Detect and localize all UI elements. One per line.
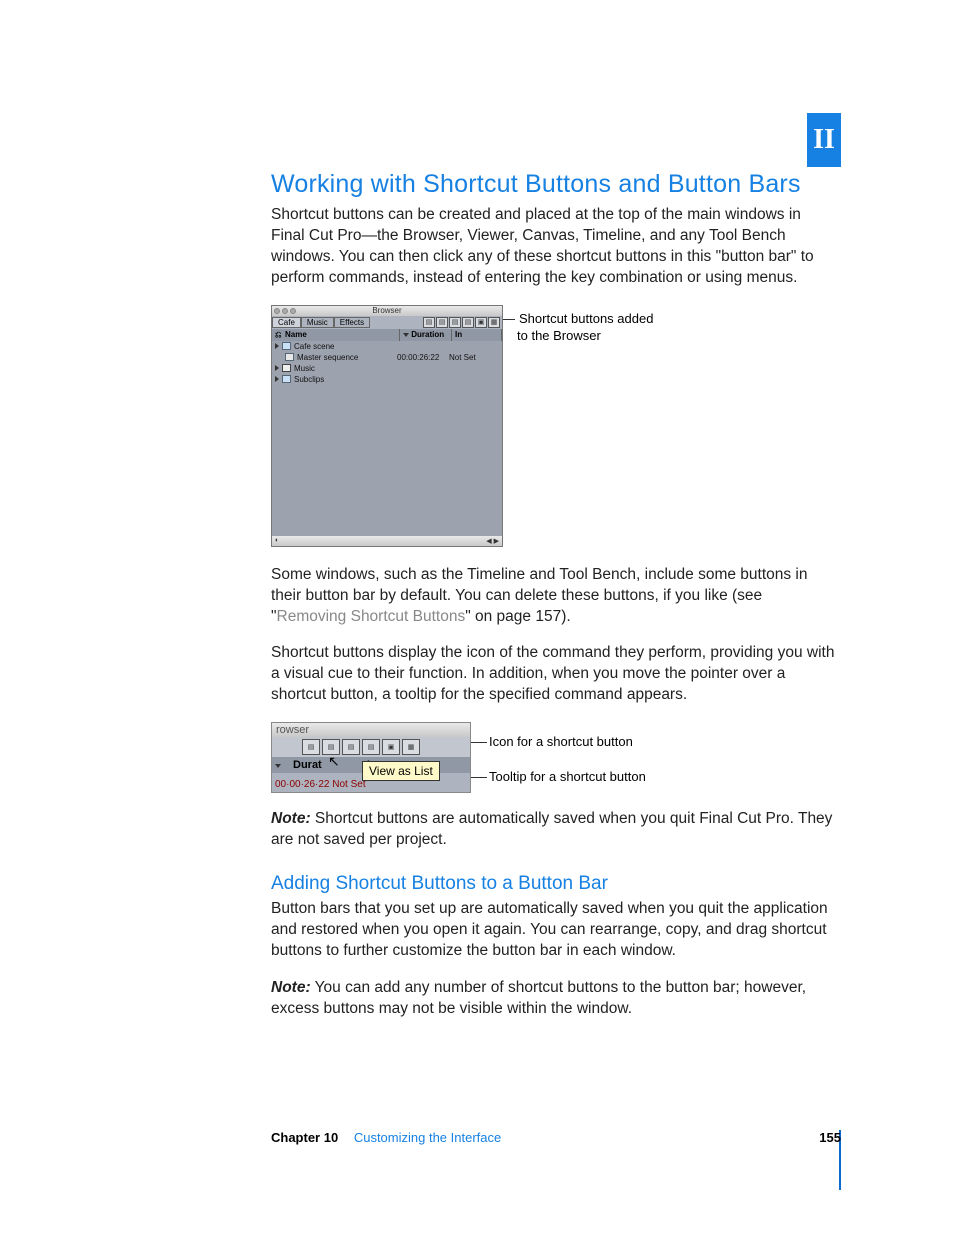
shortcut-button-icon: ▤ <box>342 739 360 755</box>
browser-row: Cafe scene <box>272 341 502 352</box>
col-duration: Duration <box>400 329 452 341</box>
cell-in: Not Set <box>449 353 499 362</box>
browser-body: Cafe scene Master sequence 00:00:26:22 N… <box>272 341 502 536</box>
footer-chapter-label: Chapter 10 <box>271 1130 338 1145</box>
figure-tooltip: rowser ▤ ▤ ▤ ▤ ▣ ▦ Durat In ↖ View as Li… <box>271 722 838 793</box>
shortcut-button-icon: ▤ <box>362 739 380 755</box>
browser-titlebar: Browser <box>272 306 502 316</box>
note-autosave: Note: Shortcut buttons are automatically… <box>271 809 838 851</box>
shortcut-button-icon: ▤ <box>436 317 448 328</box>
browser-footer: ◐ ◀ ▶ <box>272 536 502 546</box>
col-in: In <box>452 329 502 341</box>
paragraph-default-buttons: Some windows, such as the Timeline and T… <box>271 565 838 628</box>
cell-duration: 00:00:26:22 <box>397 353 449 362</box>
tooltip: View as List <box>362 761 440 781</box>
browser-title: Browser <box>272 306 502 315</box>
browser-row: Subclips <box>272 374 502 385</box>
tab-effects: Effects <box>334 317 370 328</box>
shortcut-button-icon: ▤ <box>302 739 320 755</box>
browser-row: Master sequence 00:00:26:22 Not Set <box>272 352 502 363</box>
paragraph-tooltip: Shortcut buttons display the icon of the… <box>271 643 838 706</box>
footer-page-number: 155 <box>819 1130 841 1145</box>
tab-music: Music <box>301 317 334 328</box>
folder-icon <box>282 375 291 383</box>
page-heading: Working with Shortcut Buttons and Button… <box>271 170 838 199</box>
disclosure-right-icon <box>275 343 279 349</box>
shortcut-button-icon: ▤ <box>423 317 435 328</box>
tab-cafe: Cafe <box>272 317 301 328</box>
cursor-icon: ↖ <box>328 753 340 770</box>
fig2-button-bar: ▤ ▤ ▤ ▤ ▣ ▦ <box>272 737 470 757</box>
fig2-titlebar: rowser <box>272 723 470 737</box>
shortcut-button-bar: ▤ ▤ ▤ ▤ ▣ ▦ <box>423 317 502 328</box>
sequence-icon <box>285 353 294 361</box>
callout-icon: Icon for a shortcut button <box>489 734 669 751</box>
paragraph-adding: Button bars that you set up are automati… <box>271 899 838 962</box>
note-excess: Note: You can add any number of shortcut… <box>271 978 838 1020</box>
intro-paragraph: Shortcut buttons can be created and plac… <box>271 205 838 289</box>
part-tab: II <box>807 113 841 167</box>
col-name: ⎌Name <box>272 329 400 341</box>
browser-tabbar: Cafe Music Effects ▤ ▤ ▤ ▤ ▣ ▦ <box>272 316 502 329</box>
callout-tooltip: Tooltip for a shortcut button <box>489 769 669 786</box>
subheading-adding: Adding Shortcut Buttons to a Button Bar <box>271 873 838 895</box>
disclosure-right-icon <box>275 376 279 382</box>
browser-column-headers: ⎌Name Duration In <box>272 329 502 341</box>
disclosure-down-icon <box>275 764 281 768</box>
figure-callout: Shortcut buttons added to the Browser <box>517 305 657 345</box>
shortcut-button-icon: ▣ <box>382 739 400 755</box>
shortcut-button-icon: ▦ <box>402 739 420 755</box>
shortcut-button-icon: ▤ <box>462 317 474 328</box>
browser-window: Browser Cafe Music Effects ▤ ▤ ▤ ▤ ▣ ▦ ⎌… <box>271 305 503 547</box>
folder-icon <box>282 342 291 350</box>
figure-tooltip-window: rowser ▤ ▤ ▤ ▤ ▣ ▦ Durat In ↖ View as Li… <box>271 722 471 793</box>
page-footer: Chapter 10 Customizing the Interface 155 <box>271 1130 841 1145</box>
browser-row: Music <box>272 363 502 374</box>
bin-icon <box>282 364 291 372</box>
disclosure-right-icon <box>275 365 279 371</box>
figure-browser: Browser Cafe Music Effects ▤ ▤ ▤ ▤ ▣ ▦ ⎌… <box>271 305 838 547</box>
shortcut-button-icon: ▣ <box>475 317 487 328</box>
footer-chapter-title: Customizing the Interface <box>354 1130 501 1145</box>
shortcut-button-icon: ▤ <box>449 317 461 328</box>
link-removing-shortcut-buttons[interactable]: Removing Shortcut Buttons <box>277 608 466 625</box>
shortcut-button-icon: ▦ <box>488 317 500 328</box>
